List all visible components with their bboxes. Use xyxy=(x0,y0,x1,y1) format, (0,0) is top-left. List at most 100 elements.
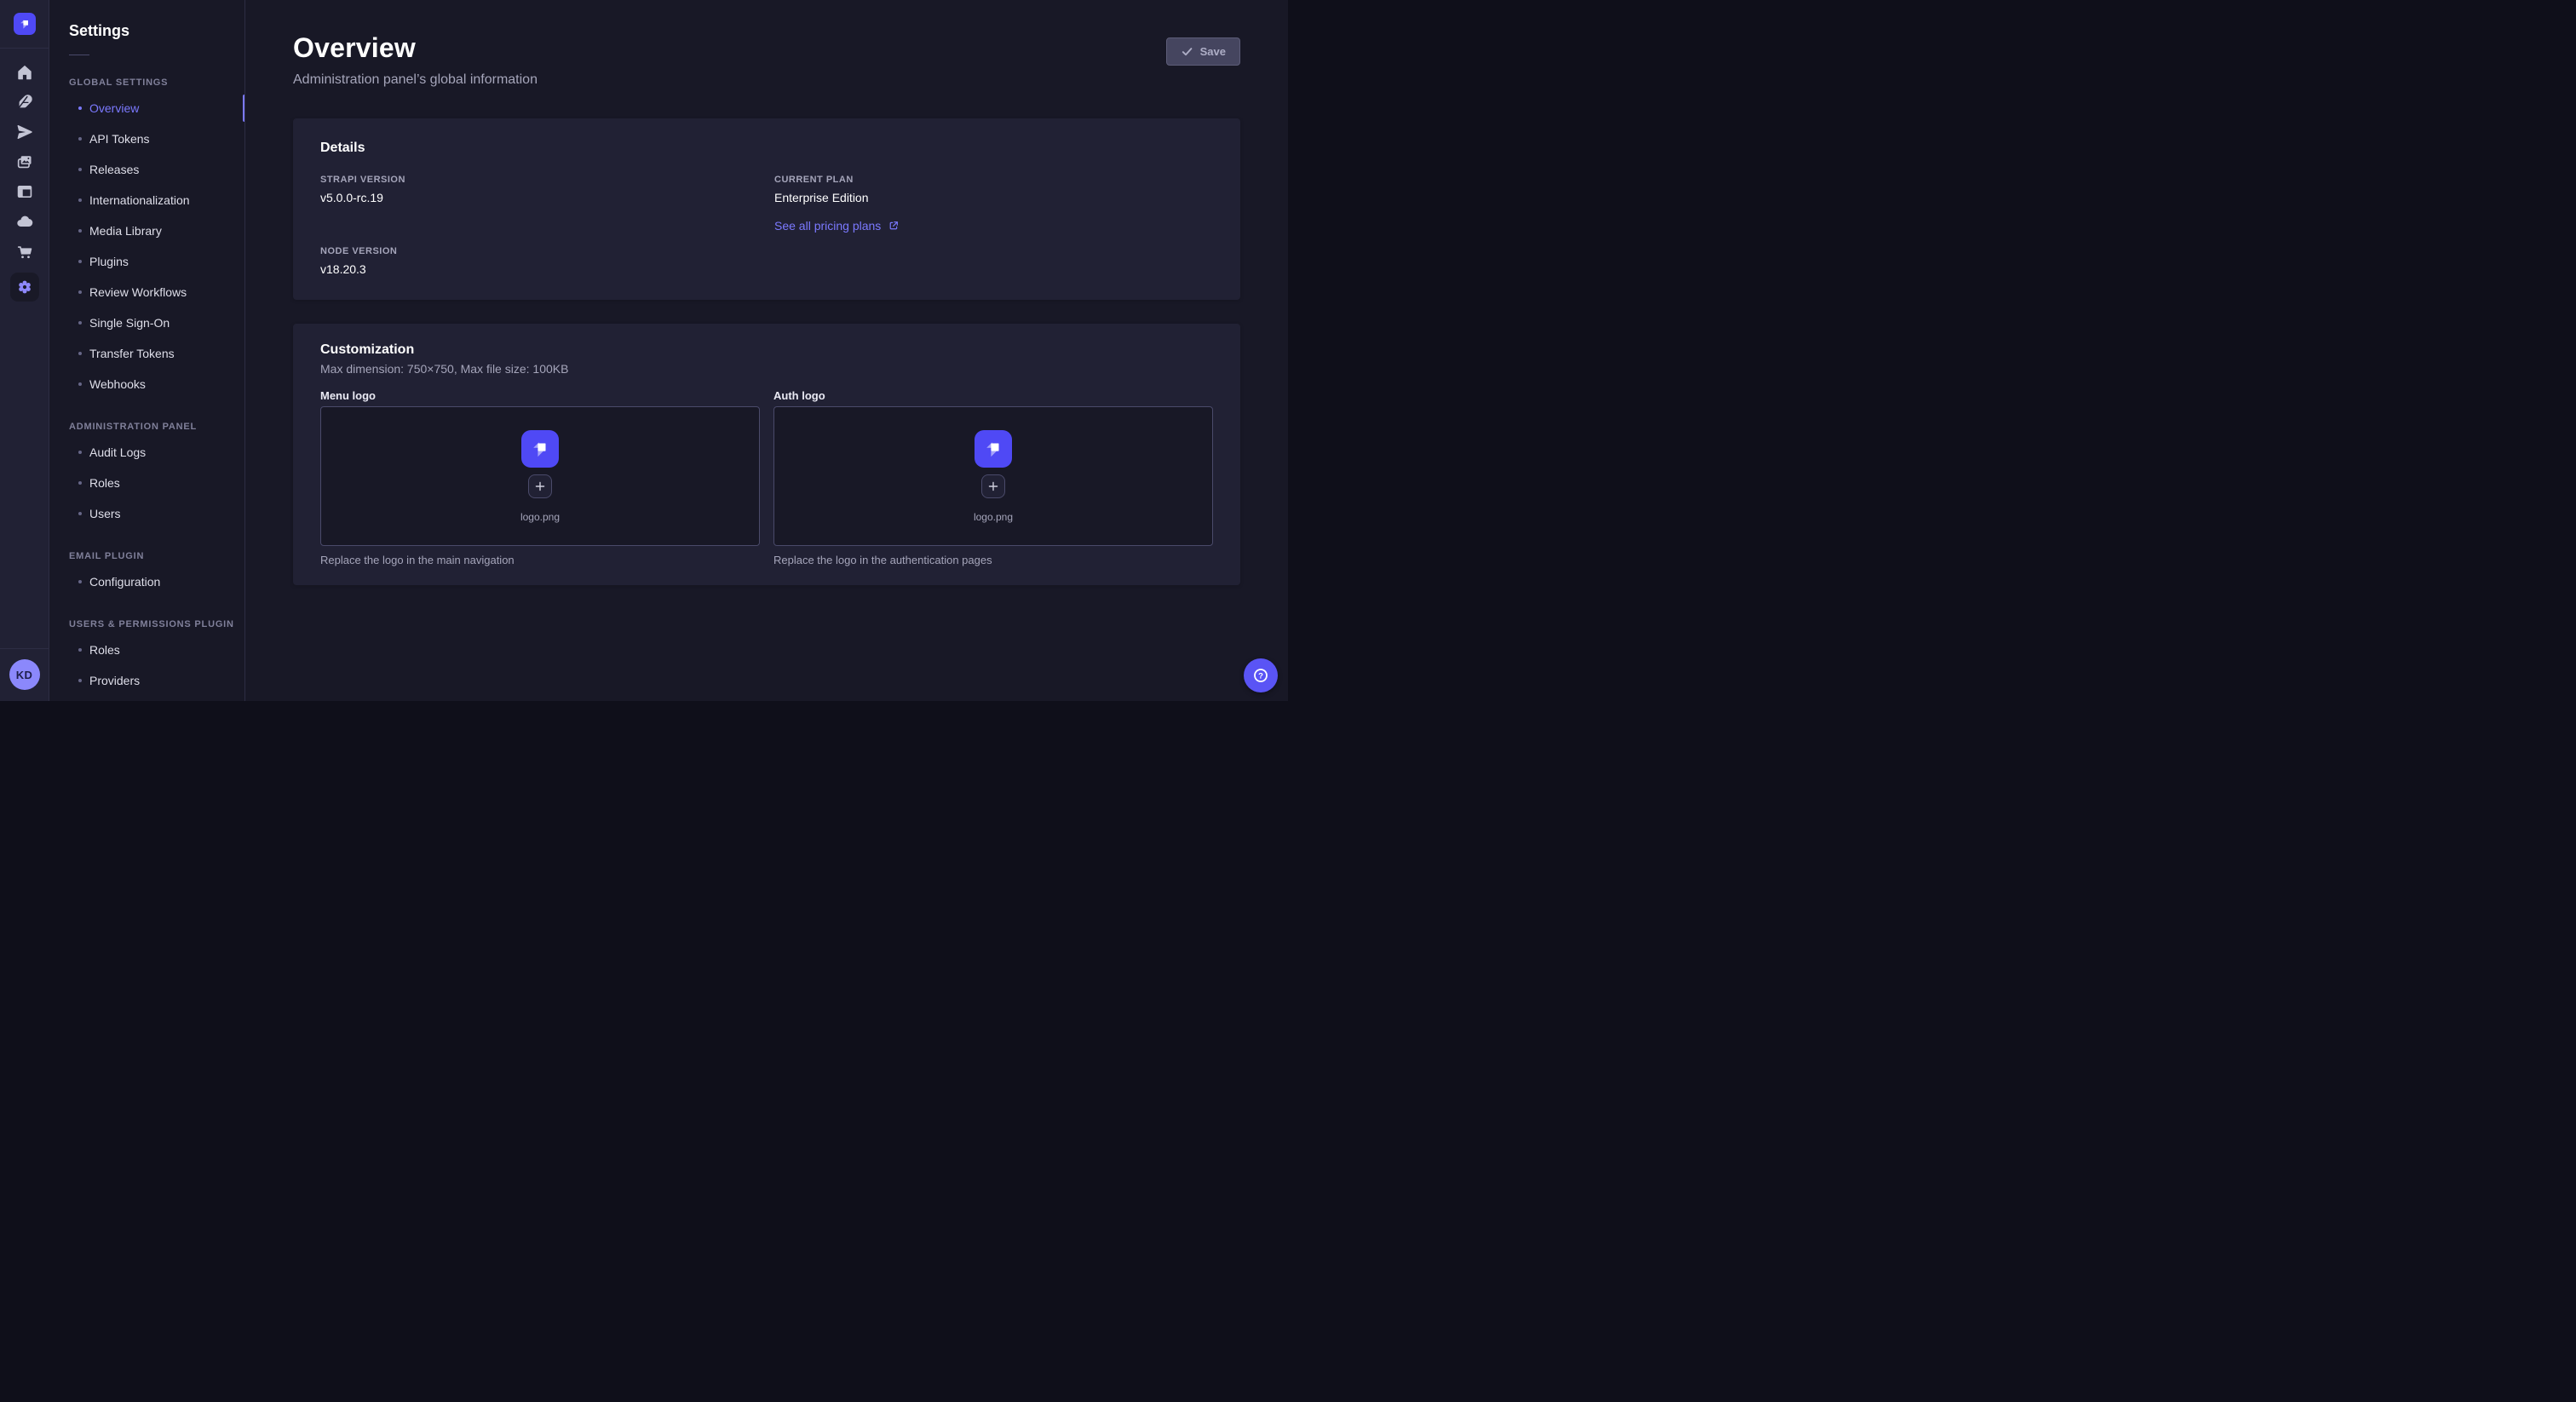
subnav-item-internationalization[interactable]: Internationalization xyxy=(78,185,244,215)
save-button[interactable]: Save xyxy=(1166,37,1240,66)
subnav-item-admin-users[interactable]: Users xyxy=(78,498,244,529)
menu-logo-upload-box[interactable]: logo.png xyxy=(320,406,760,546)
strapi-admin-app: KD Settings GLOBAL SETTINGS Overview API… xyxy=(0,0,1288,701)
bullet-icon xyxy=(78,168,82,171)
subnav-item-label: Review Workflows xyxy=(89,285,187,299)
section-label-users-permissions-plugin: USERS & PERMISSIONS PLUGIN xyxy=(49,619,244,629)
layout-icon[interactable] xyxy=(14,181,35,202)
subnav-item-label: Users xyxy=(89,507,121,520)
subnav-item-label: Transfer Tokens xyxy=(89,347,175,360)
add-auth-logo-button[interactable] xyxy=(981,474,1005,498)
field-value: v5.0.0-rc.19 xyxy=(320,191,774,204)
cloud-icon[interactable] xyxy=(14,211,35,232)
auth-logo-label: Auth logo xyxy=(773,389,1213,402)
subnav-item-transfer-tokens[interactable]: Transfer Tokens xyxy=(78,338,244,369)
auth-logo-filename: logo.png xyxy=(974,511,1013,523)
menu-logo-label: Menu logo xyxy=(320,389,760,402)
subnav-item-overview[interactable]: Overview xyxy=(78,93,244,124)
help-button[interactable]: ? xyxy=(1244,658,1278,692)
page-subtitle: Administration panel’s global informatio… xyxy=(293,72,538,88)
details-card-title: Details xyxy=(320,141,1213,156)
subnav-item-label: Configuration xyxy=(89,575,160,589)
strapi-logo-icon[interactable] xyxy=(14,13,36,35)
current-plan-field: CURRENT PLAN Enterprise Edition See all … xyxy=(774,175,1213,234)
subnav-item-single-sign-on[interactable]: Single Sign-On xyxy=(78,307,244,338)
check-icon xyxy=(1181,45,1193,58)
subnav-item-label: Internationalization xyxy=(89,193,190,207)
bullet-icon xyxy=(78,679,82,682)
section-list-users-permissions-plugin: Roles Providers xyxy=(49,635,244,696)
bullet-icon xyxy=(78,512,82,515)
bullet-icon xyxy=(78,352,82,355)
save-button-label: Save xyxy=(1200,45,1226,58)
bullet-icon xyxy=(78,198,82,202)
field-value: v18.20.3 xyxy=(320,262,774,276)
question-mark-icon: ? xyxy=(1252,667,1269,684)
subnav-item-webhooks[interactable]: Webhooks xyxy=(78,369,244,399)
strapi-glyph xyxy=(982,438,1004,460)
bullet-icon xyxy=(78,648,82,652)
plus-icon xyxy=(534,480,546,492)
subnav-item-label: Roles xyxy=(89,476,120,490)
field-label: CURRENT PLAN xyxy=(774,175,1213,185)
field-value: Enterprise Edition xyxy=(774,191,1213,204)
svg-text:?: ? xyxy=(1258,671,1263,681)
page-header: Overview Administration panel’s global i… xyxy=(293,32,1240,88)
page-header-text: Overview Administration panel’s global i… xyxy=(293,32,538,88)
subnav-item-media-library[interactable]: Media Library xyxy=(78,215,244,246)
user-avatar[interactable]: KD xyxy=(9,659,40,690)
field-label: NODE VERSION xyxy=(320,246,774,256)
node-version-field: NODE VERSION v18.20.3 xyxy=(320,246,774,276)
bullet-icon xyxy=(78,321,82,325)
cart-icon[interactable] xyxy=(14,241,35,261)
page-title: Overview xyxy=(293,32,538,64)
auth-logo-field: Auth logo logo.png Replace the logo in t… xyxy=(773,389,1213,566)
auth-logo-upload-box[interactable]: logo.png xyxy=(773,406,1213,546)
bullet-icon xyxy=(78,137,82,141)
pricing-plans-link[interactable]: See all pricing plans xyxy=(774,219,900,233)
subnav-item-label: Single Sign-On xyxy=(89,316,170,330)
icon-sidebar: KD xyxy=(0,0,49,701)
subnav-item-api-tokens[interactable]: API Tokens xyxy=(78,124,244,154)
bullet-icon xyxy=(78,451,82,454)
subnav-item-releases[interactable]: Releases xyxy=(78,154,244,185)
external-link-icon xyxy=(888,220,900,232)
bullet-icon xyxy=(78,382,82,386)
main-content: Overview Administration panel’s global i… xyxy=(245,0,1288,701)
images-icon[interactable] xyxy=(14,152,35,172)
pricing-plans-link-label: See all pricing plans xyxy=(774,219,881,233)
subnav-item-email-configuration[interactable]: Configuration xyxy=(78,566,244,597)
subnav-item-label: Media Library xyxy=(89,224,162,238)
section-label-global-settings: GLOBAL SETTINGS xyxy=(49,78,244,88)
feather-icon[interactable] xyxy=(14,92,35,112)
subnav-item-admin-roles[interactable]: Roles xyxy=(78,468,244,498)
strapi-glyph xyxy=(529,438,551,460)
menu-logo-helper: Replace the logo in the main navigation xyxy=(320,554,760,566)
home-icon[interactable] xyxy=(14,62,35,83)
details-grid: STRAPI VERSION v5.0.0-rc.19 CURRENT PLAN… xyxy=(320,175,1213,276)
subnav-item-plugins[interactable]: Plugins xyxy=(78,246,244,277)
subnav-item-label: Webhooks xyxy=(89,377,146,391)
subnav-item-audit-logs[interactable]: Audit Logs xyxy=(78,437,244,468)
bullet-icon xyxy=(78,290,82,294)
add-menu-logo-button[interactable] xyxy=(528,474,552,498)
bullet-icon xyxy=(78,229,82,233)
section-list-email-plugin: Configuration xyxy=(49,566,244,597)
paper-plane-icon[interactable] xyxy=(14,122,35,142)
subnav-item-up-providers[interactable]: Providers xyxy=(78,665,244,696)
bullet-icon xyxy=(78,580,82,583)
gear-icon[interactable] xyxy=(10,273,39,302)
section-list-global-settings: Overview API Tokens Releases Internation… xyxy=(49,93,244,399)
subnav-item-label: Releases xyxy=(89,163,139,176)
menu-logo-filename: logo.png xyxy=(520,511,560,523)
subnav-item-review-workflows[interactable]: Review Workflows xyxy=(78,277,244,307)
customization-card: Customization Max dimension: 750×750, Ma… xyxy=(293,324,1240,585)
section-list-administration-panel: Audit Logs Roles Users xyxy=(49,437,244,529)
uploads-grid: Menu logo logo.png Replace the logo in t… xyxy=(320,389,1213,566)
subnav-item-label: Roles xyxy=(89,643,120,657)
plus-icon xyxy=(987,480,999,492)
subnav-item-up-roles[interactable]: Roles xyxy=(78,635,244,665)
bullet-icon xyxy=(78,260,82,263)
customization-card-subtitle: Max dimension: 750×750, Max file size: 1… xyxy=(320,362,1213,376)
strapi-version-field: STRAPI VERSION v5.0.0-rc.19 xyxy=(320,175,774,234)
